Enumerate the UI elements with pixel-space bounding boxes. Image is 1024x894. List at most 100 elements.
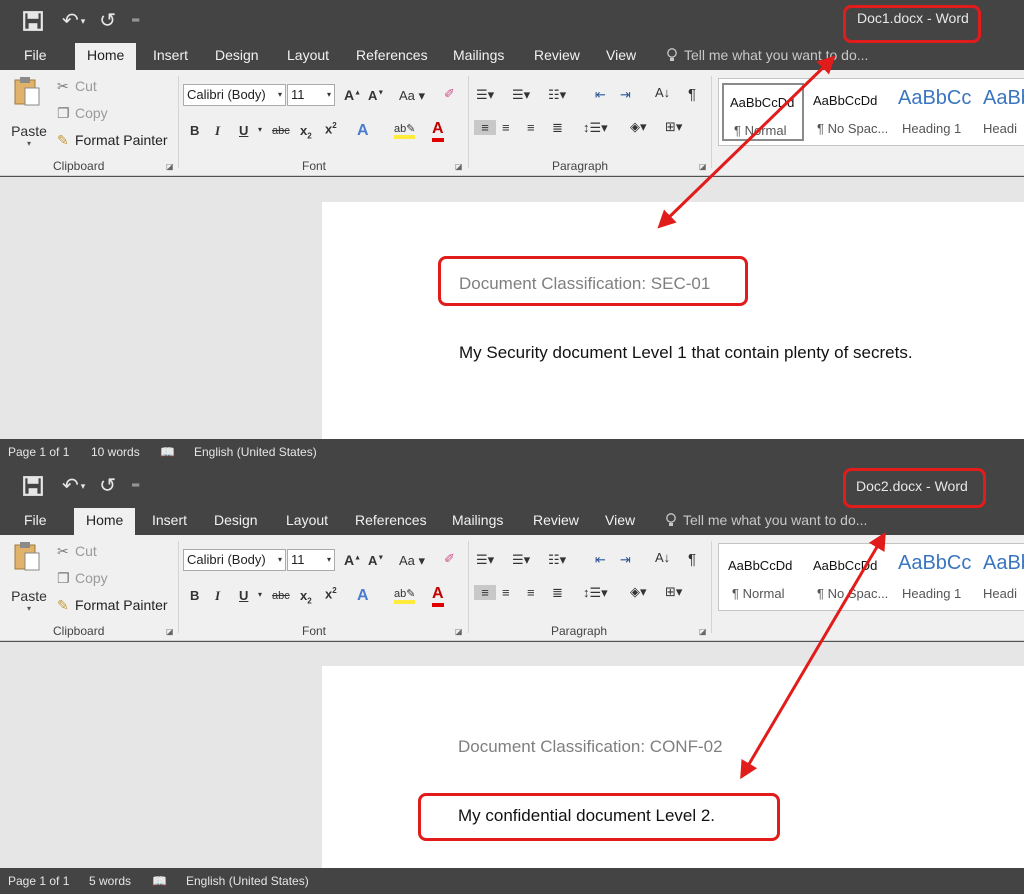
tell-me-box[interactable]: Tell me what you want to do... — [665, 512, 867, 528]
text-effects-icon[interactable]: A — [357, 587, 369, 605]
grow-font-icon[interactable]: A▲ — [344, 87, 361, 103]
justify-icon[interactable]: ≣ — [552, 585, 563, 601]
cut-button[interactable]: ✂ Cut — [57, 78, 97, 95]
format-painter-button[interactable]: ✎ Format Painter — [57, 597, 168, 614]
decrease-indent-icon[interactable]: ⇤ — [595, 552, 606, 568]
format-painter-button[interactable]: ✎ Format Painter — [57, 132, 168, 149]
font-family-select[interactable]: Calibri (Body) ▾ — [183, 549, 286, 571]
strikethrough-icon[interactable]: abc — [272, 590, 290, 602]
style-normal[interactable]: AaBbCcDd ¶ Normal — [722, 83, 804, 141]
undo-icon[interactable]: ↶ — [62, 8, 79, 33]
sort-icon[interactable]: A↓ — [655, 550, 670, 565]
line-spacing-icon[interactable]: ↕☰▾ — [583, 585, 608, 601]
paragraph-launcher-icon[interactable]: ◪ — [699, 162, 707, 171]
superscript-icon[interactable]: x2 — [325, 121, 337, 136]
clipboard-launcher-icon[interactable]: ◪ — [166, 162, 174, 171]
font-launcher-icon[interactable]: ◪ — [455, 162, 463, 171]
multilevel-list-icon[interactable]: ☷▾ — [548, 552, 566, 568]
align-right-icon[interactable]: ≡ — [527, 585, 535, 600]
tab-layout[interactable]: Layout — [286, 512, 328, 528]
font-size-select[interactable]: 11 ▾ — [287, 84, 335, 106]
superscript-icon[interactable]: x2 — [325, 586, 337, 601]
show-formatting-icon[interactable]: ¶ — [688, 86, 696, 103]
customize-toolbar-icon[interactable]: ═ — [132, 15, 139, 26]
style-no-spacing[interactable]: AaBbCcDd ¶ No Spac... — [807, 83, 889, 141]
change-case-icon[interactable]: Aa ▾ — [399, 553, 425, 569]
decrease-indent-icon[interactable]: ⇤ — [595, 87, 606, 103]
bullets-icon[interactable]: ☰▾ — [476, 552, 494, 568]
style-normal[interactable]: AaBbCcDd ¶ Normal — [722, 548, 804, 606]
undo-dropdown-icon[interactable]: ▾ — [81, 16, 86, 27]
bold-icon[interactable]: B — [190, 588, 199, 603]
tab-home[interactable]: Home — [74, 508, 136, 535]
borders-icon[interactable]: ⊞▾ — [665, 584, 682, 600]
paste-dropdown-icon[interactable]: ▾ — [10, 604, 48, 613]
multilevel-list-icon[interactable]: ☷▾ — [548, 87, 566, 103]
language-indicator[interactable]: English (United States) — [194, 445, 317, 459]
font-size-select[interactable]: 11 ▾ — [287, 549, 335, 571]
line-spacing-icon[interactable]: ↕☰▾ — [583, 120, 608, 136]
save-icon[interactable] — [22, 475, 44, 497]
shading-icon[interactable]: ◈▾ — [630, 119, 647, 135]
page-count[interactable]: Page 1 of 1 — [8, 445, 69, 459]
increase-indent-icon[interactable]: ⇥ — [620, 552, 631, 568]
italic-icon[interactable]: I — [215, 123, 220, 139]
tab-insert[interactable]: Insert — [152, 512, 187, 528]
highlight-color-icon[interactable]: ab✎ — [394, 122, 416, 139]
style-no-spacing[interactable]: AaBbCcDd ¶ No Spac... — [807, 548, 889, 606]
highlight-color-icon[interactable]: ab✎ — [394, 587, 416, 604]
clear-formatting-icon[interactable]: ✐ — [444, 551, 455, 567]
undo-icon[interactable]: ↶ — [62, 473, 79, 498]
clear-formatting-icon[interactable]: ✐ — [444, 86, 455, 102]
increase-indent-icon[interactable]: ⇥ — [620, 87, 631, 103]
copy-button[interactable]: ❐ Copy — [57, 105, 108, 122]
tab-file[interactable]: File — [24, 47, 47, 63]
word-count[interactable]: 5 words — [89, 874, 131, 888]
numbering-icon[interactable]: ☰▾ — [512, 87, 530, 103]
subscript-icon[interactable]: x2 — [300, 588, 312, 606]
style-heading-2[interactable]: AaBb Headi — [977, 548, 1024, 606]
save-icon[interactable] — [22, 10, 44, 32]
align-right-icon[interactable]: ≡ — [527, 120, 535, 135]
proofing-icon[interactable]: 📖 — [160, 445, 175, 459]
proofing-icon[interactable]: 📖 — [152, 874, 167, 888]
page-count[interactable]: Page 1 of 1 — [8, 874, 69, 888]
subscript-icon[interactable]: x2 — [300, 123, 312, 141]
tab-view[interactable]: View — [606, 47, 636, 63]
underline-icon[interactable]: U — [239, 588, 248, 603]
italic-icon[interactable]: I — [215, 588, 220, 604]
bullets-icon[interactable]: ☰▾ — [476, 87, 494, 103]
text-effects-icon[interactable]: A — [357, 122, 369, 140]
bold-icon[interactable]: B — [190, 123, 199, 138]
paste-dropdown-icon[interactable]: ▾ — [10, 139, 48, 148]
shrink-font-icon[interactable]: A▼ — [368, 553, 384, 568]
undo-dropdown-icon[interactable]: ▾ — [81, 481, 86, 492]
font-launcher-icon[interactable]: ◪ — [455, 627, 463, 636]
language-indicator[interactable]: English (United States) — [186, 874, 309, 888]
underline-icon[interactable]: U — [239, 123, 248, 138]
numbering-icon[interactable]: ☰▾ — [512, 552, 530, 568]
borders-icon[interactable]: ⊞▾ — [665, 119, 682, 135]
align-center-icon[interactable]: ≡ — [502, 120, 510, 135]
tell-me-box[interactable]: Tell me what you want to do... — [666, 47, 868, 63]
tab-review[interactable]: Review — [533, 512, 579, 528]
tab-review[interactable]: Review — [534, 47, 580, 63]
align-center-icon[interactable]: ≡ — [502, 585, 510, 600]
sort-icon[interactable]: A↓ — [655, 85, 670, 100]
document-page[interactable]: Document Classification: SEC-01 My Secur… — [322, 202, 1024, 439]
cut-button[interactable]: ✂ Cut — [57, 543, 97, 560]
align-left-icon[interactable]: ≡ — [474, 120, 496, 135]
align-left-icon[interactable]: ≡ — [474, 585, 496, 600]
tab-mailings[interactable]: Mailings — [452, 512, 503, 528]
show-formatting-icon[interactable]: ¶ — [688, 551, 696, 568]
style-heading-2[interactable]: AaBb Headi — [977, 83, 1024, 141]
tab-layout[interactable]: Layout — [287, 47, 329, 63]
underline-dropdown-icon[interactable]: ▾ — [258, 590, 262, 599]
style-heading-1[interactable]: AaBbCc Heading 1 — [892, 548, 974, 606]
grow-font-icon[interactable]: A▲ — [344, 552, 361, 568]
tab-references[interactable]: References — [356, 47, 428, 63]
font-family-select[interactable]: Calibri (Body) ▾ — [183, 84, 286, 106]
tab-references[interactable]: References — [355, 512, 427, 528]
word-count[interactable]: 10 words — [91, 445, 140, 459]
tab-file[interactable]: File — [24, 512, 47, 528]
